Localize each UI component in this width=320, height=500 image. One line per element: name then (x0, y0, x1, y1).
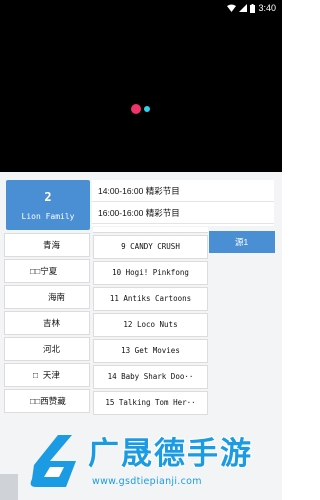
channel-item[interactable]: 14 Baby Shark Doo·· (93, 365, 208, 389)
channel-item[interactable]: 15 Talking Tom Her·· (93, 391, 208, 415)
loading-dot-pink (131, 104, 141, 114)
status-bar: 3:40 (0, 0, 282, 16)
region-item-ningxia[interactable]: □□宁夏 (4, 259, 90, 283)
status-time: 3:40 (258, 3, 276, 13)
video-player[interactable] (0, 16, 282, 172)
wifi-icon (227, 4, 237, 12)
watermark-logo-icon (30, 435, 77, 487)
current-channel-number: 2 (44, 190, 52, 204)
signal-icon (239, 4, 248, 12)
watermark: 广晟德手游 www.gsdtiepianji.com (0, 425, 282, 500)
watermark-title: 广晟德手游 (88, 436, 253, 472)
epg-list: 14:00-16:00 精彩节目 16:00-16:00 精彩节目 (92, 180, 274, 226)
channel-item[interactable]: 11 Antiks Cartoons (93, 287, 208, 311)
source-button[interactable]: 源1 (209, 231, 275, 253)
region-item-tianjin[interactable]: □ 天津 (4, 363, 90, 387)
battery-icon (250, 3, 256, 13)
status-icons: 3:40 (227, 2, 276, 14)
region-item-hainan[interactable]: 海南 (4, 285, 90, 309)
channel-item[interactable]: 13 Get Movies (93, 339, 208, 363)
channel-list: 9 CANDY CRUSH 10 Hogi! Pinkfong 11 Antik… (93, 227, 208, 415)
epg-row[interactable]: 14:00-16:00 精彩节目 (92, 180, 274, 202)
region-item-xizang[interactable]: □□西赞藏 (4, 389, 90, 413)
corner-tab (0, 474, 18, 500)
region-item-jilin[interactable]: 吉林 (4, 311, 90, 335)
epg-row[interactable]: 16:00-16:00 精彩节目 (92, 202, 274, 224)
channel-item-partial[interactable] (93, 227, 208, 233)
channel-item[interactable]: 12 Loco Nuts (93, 313, 208, 337)
region-list: 青海 □□宁夏 海南 吉林 河北 □ 天津 □□西赞藏 (4, 233, 90, 415)
watermark-url: www.gsdtiepianji.com (92, 476, 202, 487)
channel-item[interactable]: 10 Hogi! Pinkfong (93, 261, 208, 285)
channel-item[interactable]: 9 CANDY CRUSH (93, 235, 208, 259)
region-item-hebei[interactable]: 河北 (4, 337, 90, 361)
loading-dot-cyan (144, 106, 150, 112)
current-channel-card: 2 Lion Family (6, 180, 90, 230)
region-item-qinghai[interactable]: 青海 (4, 233, 90, 257)
current-channel-name: Lion Family (21, 212, 75, 221)
